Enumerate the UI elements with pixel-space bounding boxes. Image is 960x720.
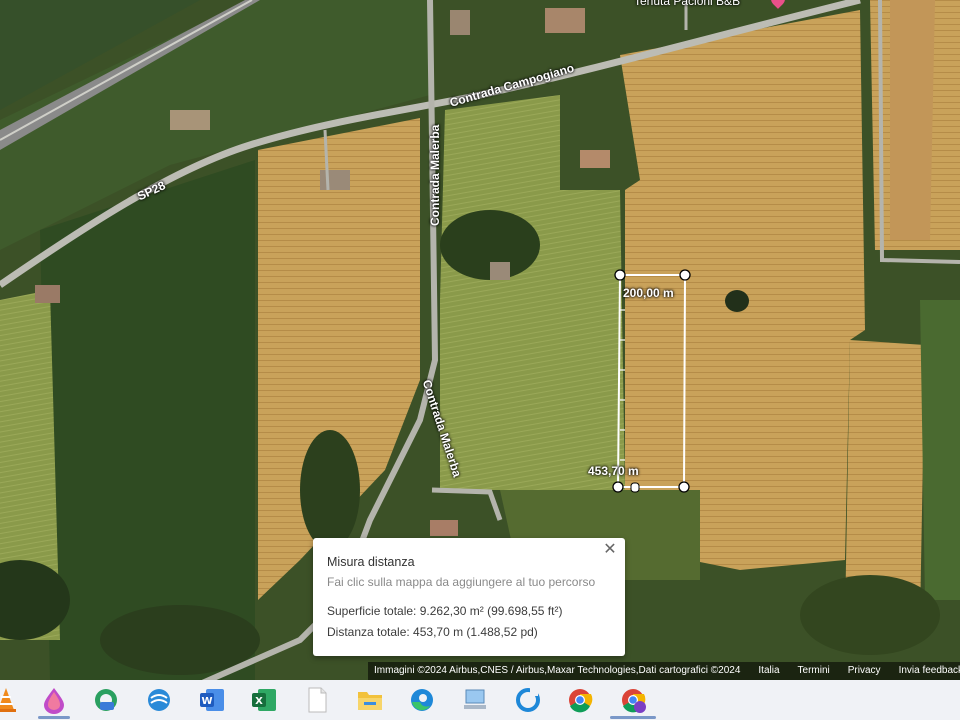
taskbar-active-indicator bbox=[610, 716, 656, 719]
panel-hint: Fai clic sulla mappa da aggiungere al tu… bbox=[327, 575, 596, 589]
paint-icon[interactable] bbox=[40, 686, 68, 714]
file-explorer-icon[interactable] bbox=[356, 686, 384, 714]
chrome-icon[interactable] bbox=[566, 686, 594, 714]
svg-text:X: X bbox=[255, 696, 263, 707]
file-icon[interactable] bbox=[303, 686, 331, 714]
poi-label[interactable]: Tenuta Pacioni B&B bbox=[634, 0, 740, 8]
map-attribution-bar: Immagini ©2024 Airbus,CNES / Airbus,Maxa… bbox=[368, 662, 960, 680]
app-icon[interactable] bbox=[145, 686, 173, 714]
panel-title: Misura distanza bbox=[327, 555, 415, 569]
measure-point[interactable] bbox=[614, 269, 626, 281]
edge-dev-icon[interactable] bbox=[92, 686, 120, 714]
taskbar-active-indicator bbox=[38, 716, 70, 719]
measure-end-marker[interactable] bbox=[630, 482, 640, 493]
measure-point[interactable] bbox=[678, 481, 690, 493]
network-icon[interactable] bbox=[461, 686, 489, 714]
edge-icon[interactable] bbox=[408, 686, 436, 714]
country-link[interactable]: Italia bbox=[758, 662, 779, 680]
measure-point[interactable] bbox=[679, 269, 691, 281]
total-distance: Distanza totale: 453,70 m (1.488,52 pd) bbox=[327, 625, 538, 639]
close-icon[interactable]: ✕ bbox=[601, 541, 619, 559]
total-distance-label: 453,70 m bbox=[588, 464, 639, 478]
excel-icon[interactable]: X bbox=[250, 686, 278, 714]
taskbar: W X bbox=[0, 680, 960, 720]
total-area: Superficie totale: 9.262,30 m² (99.698,5… bbox=[327, 604, 563, 618]
terms-link[interactable]: Termini bbox=[798, 662, 830, 680]
chrome-profile-icon[interactable] bbox=[619, 686, 647, 714]
road-label-malerba-north: Contrada Malerba bbox=[428, 124, 442, 226]
measure-point[interactable] bbox=[612, 481, 624, 493]
measure-distance-panel: Misura distanza ✕ Fai clic sulla mappa d… bbox=[313, 538, 625, 656]
sync-icon[interactable] bbox=[514, 686, 542, 714]
word-icon[interactable]: W bbox=[198, 686, 226, 714]
segment-distance-label: 200,00 m bbox=[623, 286, 674, 300]
privacy-link[interactable]: Privacy bbox=[848, 662, 881, 680]
imagery-attribution: Immagini ©2024 Airbus,CNES / Airbus,Maxa… bbox=[374, 665, 741, 676]
vlc-icon[interactable] bbox=[0, 686, 20, 714]
feedback-link[interactable]: Invia feedback bbox=[899, 662, 960, 680]
svg-text:W: W bbox=[201, 696, 212, 707]
